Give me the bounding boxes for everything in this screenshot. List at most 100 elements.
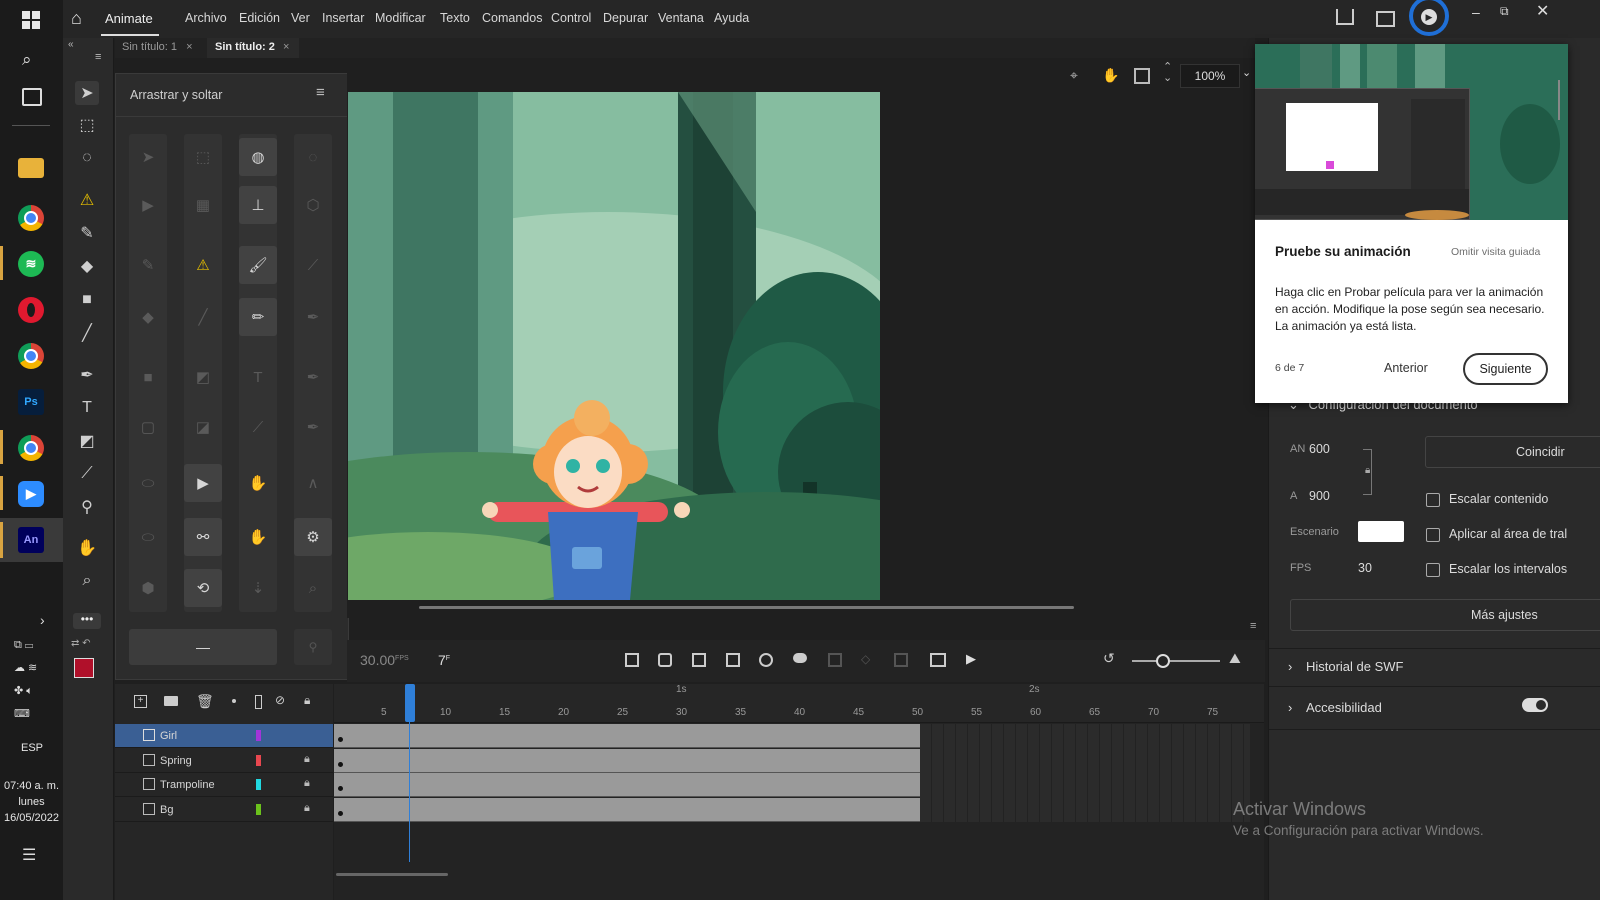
- collapse-panel-icon[interactable]: «: [68, 39, 74, 50]
- lock-all-icon[interactable]: 🔒︎: [304, 693, 310, 708]
- dd-pencil-icon[interactable]: ✏: [239, 298, 277, 336]
- center-stage-icon[interactable]: ⌖: [1070, 67, 1078, 84]
- dd-camera-icon[interactable]: ▶: [184, 464, 222, 502]
- dd-gradient-icon[interactable]: ▦: [184, 186, 222, 224]
- frame-span-bg[interactable]: [334, 798, 920, 822]
- swf-history-header[interactable]: › Historial de SWF: [1288, 659, 1404, 674]
- eyedropper-tool-icon[interactable]: ⟋: [75, 462, 99, 486]
- layer-row-spring[interactable]: Spring 🔒︎: [115, 749, 333, 773]
- frame-span-girl[interactable]: [334, 724, 920, 748]
- dd-selection-icon[interactable]: ➤: [129, 138, 167, 176]
- timeline-horizontal-scrollbar[interactable]: [336, 873, 448, 876]
- pen-tool-icon[interactable]: ✒: [75, 363, 99, 387]
- loop-playback-icon[interactable]: [930, 653, 946, 667]
- dd-paint-brush-icon[interactable]: 🖌︎: [239, 246, 277, 284]
- tab-document-1[interactable]: Sin título: 1 ×: [122, 41, 193, 53]
- dropbox-icon[interactable]: ✤ 🔈︎: [14, 680, 58, 703]
- layer-row-bg[interactable]: Bg 🔒︎: [115, 798, 333, 822]
- language-indicator[interactable]: ESP: [21, 742, 43, 754]
- menu-edicion[interactable]: Edición: [239, 11, 280, 25]
- more-tools-icon[interactable]: •••: [73, 613, 101, 629]
- dd-bind-icon[interactable]: ⟲: [184, 569, 222, 607]
- layer-color-spring[interactable]: [256, 755, 261, 766]
- attach-layer-icon[interactable]: [726, 653, 740, 667]
- fit-frames-icon[interactable]: ⛰: [1229, 650, 1241, 667]
- close-tab-icon-2[interactable]: ×: [283, 41, 289, 53]
- dd-subselect-icon[interactable]: ▶: [129, 186, 167, 224]
- dd-lasso-icon[interactable]: ◌: [294, 138, 332, 176]
- home-icon[interactable]: ⌂: [71, 8, 82, 29]
- menu-ver[interactable]: Ver: [291, 11, 310, 25]
- layer-color-girl[interactable]: [256, 730, 261, 741]
- timeline-frames[interactable]: 1s 2s 5 10 15 20 25 30 35 40 45 50 55 60…: [334, 684, 1264, 900]
- dd-width-icon[interactable]: ⇣: [239, 569, 277, 607]
- outline-layer-icon[interactable]: [255, 695, 262, 709]
- layer-color-trampoline[interactable]: [256, 779, 261, 790]
- zoom-icon[interactable]: ▶: [18, 481, 44, 507]
- dd-zoom-icon[interactable]: ⌕: [294, 569, 332, 607]
- frame-size-slider[interactable]: [1132, 654, 1220, 668]
- onedrive-icon[interactable]: ☁ ≋: [14, 657, 58, 680]
- preview-scrollbar[interactable]: [1558, 80, 1560, 120]
- new-layer-icon[interactable]: +: [134, 695, 147, 708]
- dd-oval-icon[interactable]: ⬭: [129, 464, 167, 502]
- skip-tour-link[interactable]: Omitir visita guiada: [1451, 246, 1540, 258]
- fps-input[interactable]: 30: [1358, 561, 1372, 575]
- rectangle-tool-icon[interactable]: ■: [75, 288, 99, 312]
- restore-icon[interactable]: ⧉: [1500, 4, 1509, 19]
- notifications-icon[interactable]: ☰: [22, 845, 36, 865]
- test-movie-button[interactable]: ▶: [1421, 9, 1437, 25]
- new-folder-icon[interactable]: [164, 696, 178, 706]
- dd-delete-anchor-icon[interactable]: ✒: [294, 408, 332, 446]
- menu-insertar[interactable]: Insertar: [322, 11, 364, 25]
- brush-tool-icon[interactable]: ✎: [75, 221, 99, 245]
- lasso-tool-icon[interactable]: ◌: [75, 146, 99, 170]
- first-frame-icon[interactable]: [625, 653, 639, 667]
- free-transform-tool-icon[interactable]: ⬚: [75, 113, 99, 137]
- workspace-icon[interactable]: [1376, 11, 1395, 27]
- frame-span-trampoline[interactable]: [334, 773, 920, 797]
- zoom-dropdown-icon[interactable]: ⌄: [1242, 66, 1251, 79]
- insert-blank-keyframe-icon[interactable]: [894, 653, 908, 667]
- dd-bone-icon[interactable]: ⚯: [184, 518, 222, 556]
- width-input[interactable]: 600: [1309, 442, 1330, 456]
- close-window-icon[interactable]: ✕: [1536, 1, 1549, 21]
- keyboard-icon[interactable]: ⌨: [14, 703, 58, 726]
- pin-tool-icon[interactable]: ⚲: [75, 495, 99, 519]
- menu-depurar[interactable]: Depurar: [603, 11, 648, 25]
- dd-pen-icon[interactable]: ✒: [294, 298, 332, 336]
- hand-tool-icon[interactable]: ✋: [75, 536, 99, 560]
- panel-menu-icon[interactable]: ≡: [95, 51, 101, 63]
- more-settings-button[interactable]: Más ajustes: [1290, 599, 1600, 631]
- file-explorer-icon[interactable]: [18, 158, 44, 178]
- dd-3d-translate-icon[interactable]: ⊥: [239, 186, 277, 224]
- dd-wand-icon[interactable]: ⟋: [294, 246, 332, 284]
- dd-text-icon[interactable]: T: [239, 358, 277, 396]
- frame-span-spring[interactable]: [334, 749, 920, 773]
- dd-3d-rotation-icon[interactable]: ◍: [239, 138, 277, 176]
- dd-add-anchor-icon[interactable]: ✒: [294, 358, 332, 396]
- dd-eyedropper-icon[interactable]: ⟋: [239, 408, 277, 446]
- stroke-color-swatch[interactable]: [74, 658, 94, 678]
- dd-ink-bottle-icon[interactable]: ◪: [184, 408, 222, 446]
- next-button[interactable]: Siguiente: [1463, 353, 1548, 385]
- edit-multiple-frames-icon[interactable]: [828, 653, 842, 667]
- onion-skin-icon[interactable]: [793, 653, 807, 663]
- undo-zoom-icon[interactable]: ↺: [1103, 650, 1115, 667]
- slider-handle[interactable]: [1156, 654, 1170, 668]
- paint-bucket-tool-icon[interactable]: ◩: [75, 429, 99, 453]
- search-icon[interactable]: ⌕: [22, 50, 32, 70]
- chrome-profile-2-icon[interactable]: [18, 435, 44, 461]
- match-button[interactable]: Coincidir: [1425, 436, 1600, 468]
- apply-area-checkbox[interactable]: [1426, 528, 1440, 542]
- lock-icon[interactable]: 🔒︎: [304, 753, 310, 766]
- dd-rotate-hand-icon[interactable]: ✋: [239, 518, 277, 556]
- chrome-icon[interactable]: [18, 205, 44, 231]
- scale-intervals-checkbox[interactable]: [1426, 563, 1440, 577]
- menu-comandos[interactable]: Comandos: [482, 11, 542, 25]
- spotify-icon[interactable]: ≋: [18, 251, 44, 277]
- delete-layer-icon[interactable]: 🗑︎: [196, 693, 214, 710]
- menu-texto[interactable]: Texto: [440, 11, 470, 25]
- playhead[interactable]: [405, 684, 415, 722]
- highlight-layer-icon[interactable]: [232, 699, 236, 703]
